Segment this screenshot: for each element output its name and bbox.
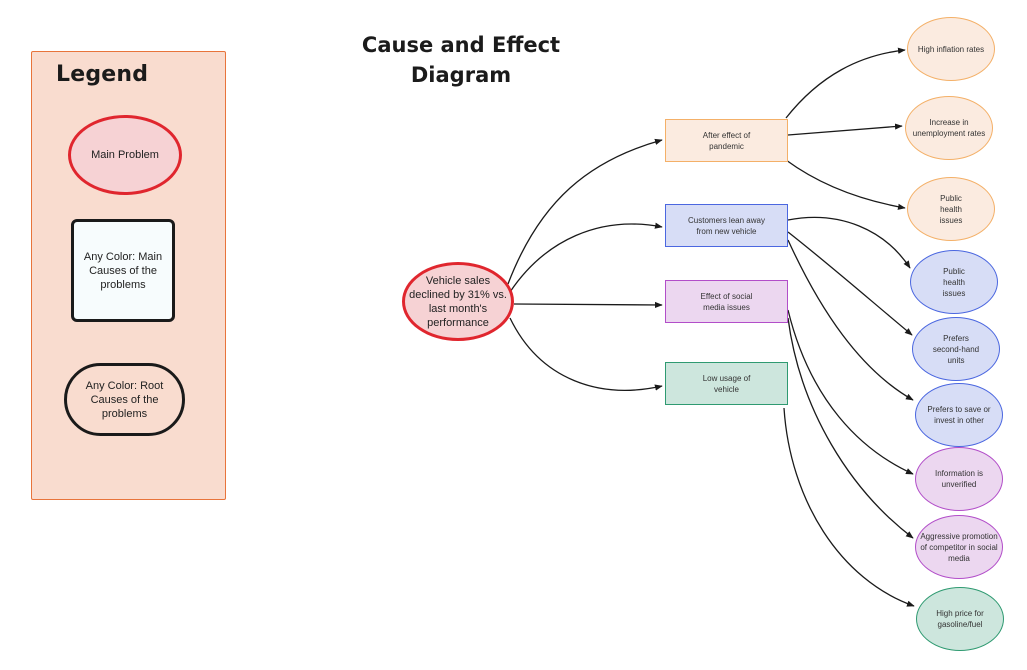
connector-usage-to-gasoline bbox=[783, 407, 915, 607]
root-cause-label: Information is unverified bbox=[934, 469, 984, 489]
root-cause-label: High price for gasoline/fuel bbox=[936, 609, 984, 629]
cause-label: After effect of pandemic bbox=[702, 130, 751, 151]
connector-pandemic-to-inflation bbox=[785, 47, 906, 119]
root-cause-label: Public health issues bbox=[942, 266, 966, 298]
root-cause-high-inflation[interactable]: High inflation rates bbox=[907, 17, 995, 81]
cause-social-media-issues[interactable]: Effect of social media issues bbox=[665, 280, 788, 323]
root-cause-public-health-customers[interactable]: Public health issues bbox=[910, 250, 998, 314]
connector-customers-to-health bbox=[787, 216, 911, 269]
connector-social-to-aggressive bbox=[787, 317, 914, 539]
connector-pandemic-to-health bbox=[785, 159, 906, 210]
cause-label: Customers lean away from new vehicle bbox=[688, 215, 765, 236]
cause-after-effect-of-pandemic[interactable]: After effect of pandemic bbox=[665, 119, 788, 162]
root-cause-information-unverified[interactable]: Information is unverified bbox=[915, 447, 1003, 511]
connector-main-to-usage bbox=[509, 317, 663, 391]
connector-main-to-pandemic bbox=[507, 138, 663, 285]
root-cause-label: High inflation rates bbox=[917, 44, 985, 54]
main-problem[interactable]: Vehicle sales declined by 31% vs. last m… bbox=[402, 262, 514, 341]
main-problem-label: Vehicle sales declined by 31% vs. last m… bbox=[409, 274, 507, 329]
root-cause-aggressive-promotion[interactable]: Aggressive promotion of competitor in so… bbox=[915, 515, 1003, 579]
root-cause-label: Prefers second-hand units bbox=[932, 333, 980, 365]
connector-pandemic-to-unemployment bbox=[787, 123, 903, 136]
connectors bbox=[507, 47, 915, 607]
cause-label: Low usage of vehicle bbox=[702, 373, 751, 394]
root-cause-save-or-invest[interactable]: Prefers to save or invest in other bbox=[915, 383, 1003, 447]
root-cause-label: Aggressive promotion of competitor in so… bbox=[920, 531, 998, 563]
connector-main-to-social bbox=[513, 301, 663, 309]
root-cause-public-health-pandemic[interactable]: Public health issues bbox=[907, 177, 995, 241]
cause-low-usage-of-vehicle[interactable]: Low usage of vehicle bbox=[665, 362, 788, 405]
root-cause-label: Prefers to save or invest in other bbox=[927, 405, 991, 425]
root-cause-second-hand-units[interactable]: Prefers second-hand units bbox=[912, 317, 1000, 381]
cause-customers-lean-away[interactable]: Customers lean away from new vehicle bbox=[665, 204, 788, 247]
root-cause-unemployment[interactable]: Increase in unemployment rates bbox=[905, 96, 993, 160]
root-cause-gasoline-price[interactable]: High price for gasoline/fuel bbox=[916, 587, 1004, 651]
root-cause-label: Increase in unemployment rates bbox=[912, 118, 986, 138]
cause-label: Effect of social media issues bbox=[700, 291, 753, 312]
root-cause-label: Public health issues bbox=[939, 193, 963, 225]
